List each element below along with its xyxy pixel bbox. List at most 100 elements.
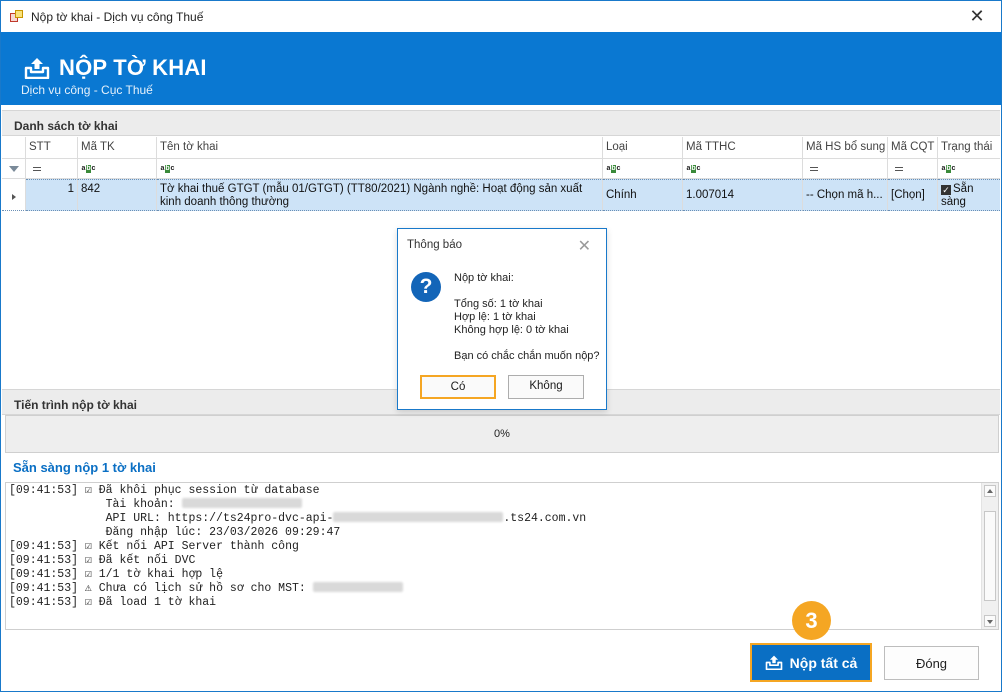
redacted-text [312,582,403,592]
table-row[interactable]: 1 842 Tờ khai thuế GTGT (mẫu 01/GTGT) (T… [2,179,1000,211]
log-line: API URL: https://ts24pro-dvc-api- .ts24.c… [9,512,979,526]
log-line: [09:41:53] ⚠ Chưa có lịch sử hồ sơ cho M… [9,582,979,596]
col-header-trang-thai[interactable]: Trạng thái [938,137,1000,159]
equals-icon [810,166,818,171]
check-icon: ☑ [84,568,99,581]
grid-header-row: STT Mã TK Tên tờ khai Loại Mã TTHC Mã HS… [2,137,1000,159]
scroll-down-icon[interactable] [984,615,996,627]
col-header-ten-to-khai[interactable]: Tên tờ khai [157,137,603,159]
col-header-loai[interactable]: Loại [603,137,683,159]
text-filter-icon: abc [160,164,175,173]
check-icon: ☑ [84,596,99,609]
close-button[interactable]: Đóng [884,646,979,680]
progress-bar: 0% [5,415,999,453]
log-time: [09:41:53] [9,484,85,497]
dialog-close-icon[interactable]: ✕ [578,236,591,256]
question-icon: ? [411,272,441,302]
log-line: [09:41:53] ☑ Kết nối API Server thành cô… [9,540,979,554]
close-icon[interactable]: ✕ [967,7,987,27]
submit-all-label: Nộp tất cả [789,654,858,671]
log-text: Đăng nhập lúc: 23/03/2026 09:29:47 [91,526,341,539]
filter-ten-to-khai[interactable]: abc [157,159,603,179]
app-icon [10,10,23,23]
cell-trang-thai[interactable]: ✓ Sẵn sàng [938,179,1000,211]
filter-icon[interactable] [2,159,26,179]
log-scrollbar[interactable] [981,483,998,629]
log-text: Kết nối API Server thành công [98,540,299,553]
log-text: Tài khoản: [91,498,182,511]
log-text: 1/1 tờ khai hợp lệ [98,568,223,581]
col-header-ma-hs-bo-sung[interactable]: Mã HS bổ sung [803,137,888,159]
check-icon: ☑ [84,484,99,497]
log-line: Đăng nhập lúc: 23/03/2026 09:29:47 [9,526,979,540]
log-panel[interactable]: [09:41:53] ☑ Đã khôi phục session từ dat… [5,482,999,630]
log-time: [09:41:53] [9,596,85,609]
cell-ma-hs-bo-sung-dropdown[interactable]: -- Chọn mã h... [803,179,888,211]
scroll-thumb[interactable] [984,511,996,601]
cell-stt: 1 [26,179,78,211]
header-banner: NỘP TỜ KHAI Dịch vụ công - Cục Thuế [1,32,1001,105]
filter-trang-thai[interactable]: abc [938,159,1000,179]
log-text: Chưa có lịch sử hồ sơ cho MST: [98,582,313,595]
filter-ma-tthc[interactable]: abc [683,159,803,179]
dialog-title: Thông báo [407,239,462,251]
cell-ten-to-khai: Tờ khai thuế GTGT (mẫu 01/GTGT) (TT80/20… [157,179,603,211]
cell-ma-tk: 842 [78,179,157,211]
check-icon: ☑ [84,540,99,553]
col-header-ma-cqt[interactable]: Mã CQT [888,137,938,159]
list-section-header: Danh sách tờ khai [2,110,1000,136]
dialog-no-button[interactable]: Không [508,375,584,399]
log-lines: [09:41:53] ☑ Đã khôi phục session từ dat… [9,484,979,610]
dialog-heading: Nộp tờ khai: [454,272,514,284]
equals-icon [895,166,903,171]
check-icon: ☑ [84,554,99,567]
cell-ma-tthc: 1.007014 [683,179,803,211]
col-header-ma-tthc[interactable]: Mã TTHC [683,137,803,159]
page-subtitle: Dịch vụ công - Cục Thuế [21,83,153,97]
text-filter-icon: abc [941,164,956,173]
cell-ma-cqt-select[interactable]: [Chọn] [888,179,938,211]
page-title: NỘP TỜ KHAI [59,55,207,80]
text-filter-icon: abc [686,164,701,173]
redacted-text [333,512,504,522]
checkbox-checked-icon[interactable]: ✓ [941,185,951,195]
log-time: [09:41:53] [9,540,85,553]
log-text: Đã load 1 tờ khai [98,596,217,609]
filter-ma-tk[interactable]: abc [78,159,157,179]
filter-stt[interactable] [26,159,78,179]
col-header-stt[interactable]: STT [26,137,78,159]
dialog-question: Bạn có chắc chắn muốn nộp? [454,350,600,362]
confirm-dialog: Thông báo ✕ ? Nộp tờ khai: Tổng số: 1 tờ… [397,228,607,410]
submit-all-button[interactable]: Nộp tất cả [750,643,872,682]
log-text: Đã kết nối DVC [98,554,196,567]
progress-percent: 0% [494,428,510,440]
log-text: Đã khôi phục session từ database [98,484,320,497]
upload-tray-icon [24,58,50,79]
filter-ma-hs-bo-sung[interactable] [803,159,888,179]
dialog-yes-button[interactable]: Có [420,375,496,399]
log-line: [09:41:53] ☑ 1/1 tờ khai hợp lệ [9,568,979,582]
cell-loai: Chính [603,179,683,211]
app-window: Nộp tờ khai - Dịch vụ công Thuế ✕ NỘP TỜ… [0,0,1002,692]
scroll-up-icon[interactable] [984,485,996,497]
col-header-ma-tk[interactable]: Mã TK [78,137,157,159]
log-text-suffix: .ts24.com.vn [503,512,587,525]
window-title: Nộp tờ khai - Dịch vụ công Thuế [31,10,204,24]
grid-filter-row: abc abc abc abc abc [2,159,1000,179]
step-badge: 3 [792,601,831,640]
log-line: [09:41:53] ☑ Đã kết nối DVC [9,554,979,568]
warning-icon: ⚠ [84,582,99,595]
log-time: [09:41:53] [9,568,85,581]
log-line: [09:41:53] ☑ Đã khôi phục session từ dat… [9,484,979,498]
log-text: API URL: https://ts24pro-dvc-api- [91,512,334,525]
text-filter-icon: abc [606,164,621,173]
title-bar: Nộp tờ khai - Dịch vụ công Thuế ✕ [1,1,1001,32]
log-time [9,498,92,511]
log-time [9,526,92,539]
filter-loai[interactable]: abc [603,159,683,179]
filter-ma-cqt[interactable] [888,159,938,179]
row-indicator-icon[interactable] [2,179,26,211]
dialog-total: Tổng số: 1 tờ khai [454,298,543,310]
grid-indicator-header [2,137,26,159]
log-line: [09:41:53] ☑ Đã load 1 tờ khai [9,596,979,610]
